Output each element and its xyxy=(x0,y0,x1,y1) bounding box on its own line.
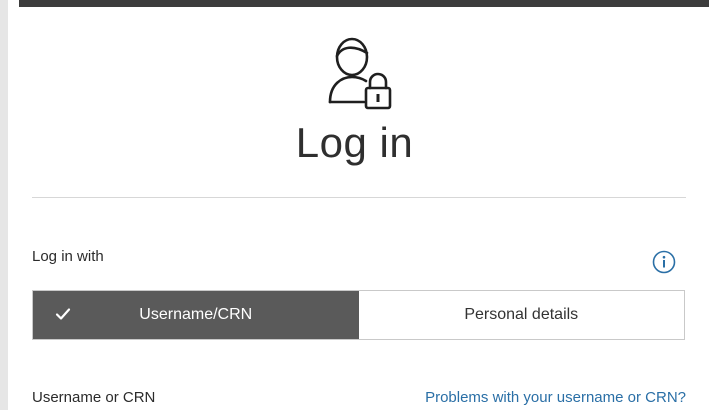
option-personal-details-label: Personal details xyxy=(464,306,579,323)
option-username-crn[interactable]: Username/CRN xyxy=(33,291,359,339)
login-with-label: Log in with xyxy=(32,248,104,265)
check-icon xyxy=(55,308,71,320)
user-lock-icon xyxy=(328,37,392,110)
top-bar xyxy=(19,0,709,7)
option-username-crn-label: Username/CRN xyxy=(139,306,253,323)
username-field-label: Username or CRN xyxy=(32,389,156,406)
username-help-link[interactable]: Problems with your username or CRN? xyxy=(425,389,686,406)
left-rail xyxy=(0,0,8,410)
option-personal-details[interactable]: Personal details xyxy=(358,291,684,339)
login-method-toggle: Username/CRN Personal details xyxy=(32,290,685,340)
info-icon[interactable] xyxy=(652,250,676,274)
page-title: Log in xyxy=(295,119,414,166)
divider xyxy=(32,197,686,198)
